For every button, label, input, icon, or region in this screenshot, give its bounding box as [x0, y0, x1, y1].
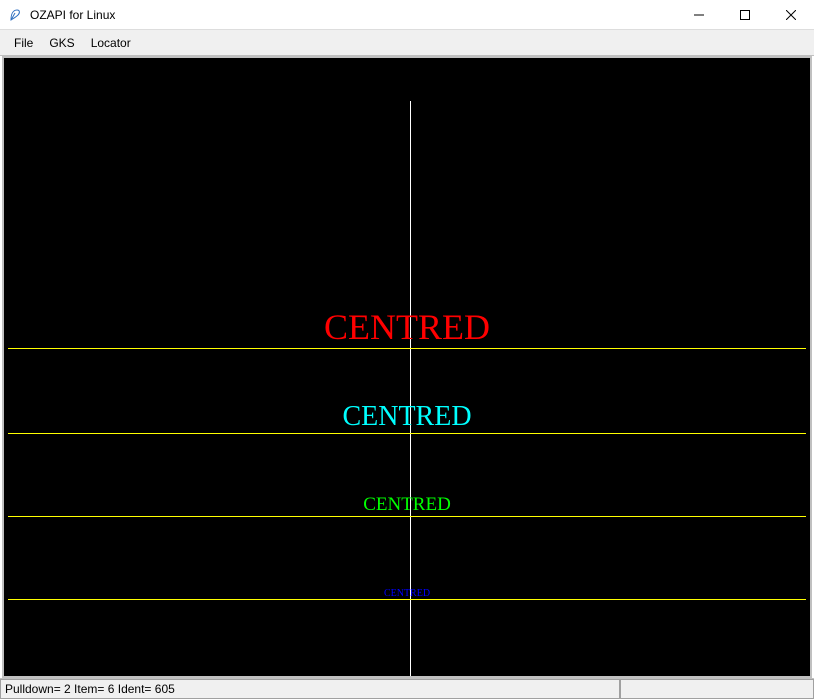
- window-control-group: [676, 0, 814, 29]
- horizontal-guide-line: [8, 599, 806, 600]
- centred-label: CENTRED: [384, 588, 430, 599]
- titlebar: OZAPI for Linux: [0, 0, 814, 30]
- centred-label: CENTRED: [363, 494, 451, 516]
- app-icon: [8, 7, 24, 23]
- centred-label: CENTRED: [324, 306, 490, 348]
- status-text: Pulldown= 2 Item= 6 Ident= 605: [0, 679, 620, 699]
- menu-locator[interactable]: Locator: [83, 34, 139, 52]
- minimize-button[interactable]: [676, 0, 722, 29]
- window-title: OZAPI for Linux: [30, 8, 676, 22]
- menu-gks[interactable]: GKS: [41, 34, 82, 52]
- statusbar: Pulldown= 2 Item= 6 Ident= 605: [0, 678, 814, 699]
- graphics-canvas[interactable]: CENTRED CENTRED CENTRED CENTRED: [2, 56, 812, 678]
- horizontal-guide-line: [8, 433, 806, 434]
- centred-label: CENTRED: [342, 401, 471, 433]
- close-button[interactable]: [768, 0, 814, 29]
- menu-file[interactable]: File: [6, 34, 41, 52]
- horizontal-guide-line: [8, 348, 806, 349]
- horizontal-guide-line: [8, 516, 806, 517]
- maximize-button[interactable]: [722, 0, 768, 29]
- status-spacer: [620, 679, 814, 699]
- menubar: File GKS Locator: [0, 30, 814, 56]
